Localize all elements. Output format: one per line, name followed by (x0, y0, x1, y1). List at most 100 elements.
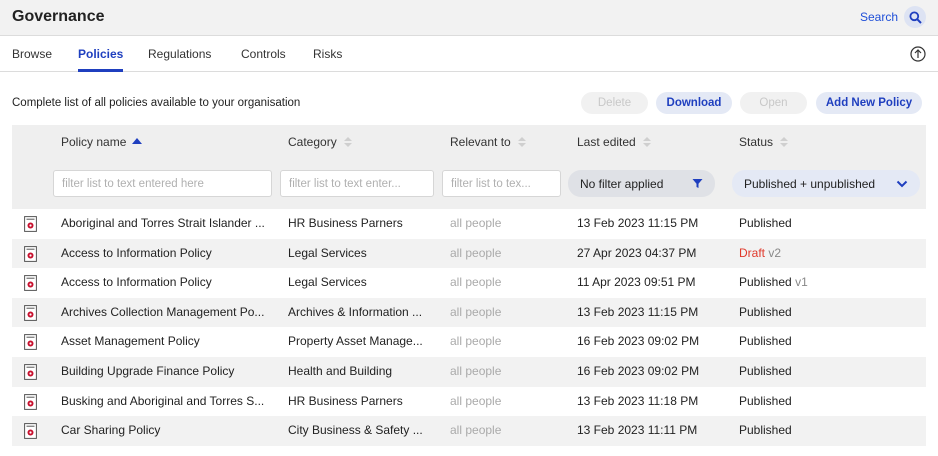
status-cell: Draft v2 (739, 239, 909, 269)
sort-icon (780, 137, 789, 147)
version-text: v2 (768, 245, 782, 260)
policy-name-cell: Access to Information Policy (61, 245, 212, 260)
tab-bar: Browse Policies Regulations Controls Ris… (0, 36, 938, 72)
status-cell: Published (739, 298, 909, 328)
relevant-to-filter-input[interactable] (442, 170, 561, 197)
category-cell: Archives & Information ... (288, 304, 423, 319)
search-label: Search (859, 10, 898, 24)
table-row[interactable]: Archives Collection Management Po... Arc… (12, 297, 926, 328)
policy-document-icon (24, 423, 37, 440)
search-icon (904, 6, 926, 28)
status-text: Published (739, 363, 792, 378)
last-edited-cell: 11 Apr 2023 09:51 PM (577, 275, 696, 290)
column-category[interactable]: Category (288, 125, 354, 159)
policy-name-cell: Building Upgrade Finance Policy (61, 363, 235, 378)
table-row[interactable]: Building Upgrade Finance Policy Health a… (12, 356, 926, 387)
filter-funnel-icon (692, 179, 703, 188)
policy-name-cell: Car Sharing Policy (61, 423, 161, 438)
category-cell: HR Business Parners (288, 393, 403, 408)
sort-icon (642, 137, 651, 147)
column-label: Category (288, 135, 337, 149)
policy-name-cell: Access to Information Policy (61, 275, 212, 290)
tab-risks[interactable]: Risks (313, 36, 342, 72)
last-edited-cell: 13 Feb 2023 11:11 PM (577, 423, 698, 438)
app-title: Governance (12, 8, 105, 25)
table-header: Policy name Category Relevant to Last ed… (12, 125, 926, 209)
policy-document-icon (24, 334, 37, 351)
relevant-to-cell: all people (450, 393, 502, 408)
column-label: Policy name (61, 135, 127, 149)
category-cell: City Business & Safety ... (288, 423, 423, 438)
last-edited-filter-select[interactable]: No filter applied (568, 170, 715, 197)
category-filter-input[interactable] (280, 170, 434, 197)
policy-name-cell: Busking and Aboriginal and Torres S... (61, 393, 265, 408)
chevron-down-icon (896, 180, 908, 187)
status-text: Draft (739, 245, 766, 260)
column-label: Relevant to (450, 135, 511, 149)
table-row[interactable]: Access to Information Policy Legal Servi… (12, 238, 926, 269)
add-new-policy-button[interactable]: Add New Policy (816, 92, 922, 114)
status-text: Published (739, 423, 792, 438)
category-cell: Legal Services (288, 275, 367, 290)
table-row[interactable]: Aboriginal and Torres Strait Islander ..… (12, 209, 926, 239)
policy-document-icon (24, 304, 37, 321)
policy-document-icon (24, 245, 37, 262)
table-row[interactable]: Busking and Aboriginal and Torres S... H… (12, 387, 926, 417)
policy-document-icon (24, 216, 37, 232)
relevant-to-cell: all people (450, 245, 502, 260)
category-cell: HR Business Parners (288, 216, 403, 230)
relevant-to-cell: all people (450, 423, 502, 438)
status-cell: Published (739, 416, 909, 446)
policy-name-cell: Archives Collection Management Po... (61, 304, 265, 319)
status-text: Published (739, 334, 792, 349)
policy-name-cell: Asset Management Policy (61, 334, 200, 349)
status-text: Published (739, 304, 792, 319)
tab-controls[interactable]: Controls (241, 36, 286, 72)
table-row[interactable]: Car Sharing Policy City Business & Safet… (12, 416, 926, 446)
sort-icon (343, 137, 352, 147)
tab-browse[interactable]: Browse (12, 36, 52, 72)
sort-icon (517, 137, 526, 147)
page-subtitle: Complete list of all policies available … (12, 97, 301, 109)
download-button[interactable]: Download (656, 92, 732, 114)
policy-table-body: Aboriginal and Torres Strait Islander ..… (12, 209, 926, 446)
category-cell: Health and Building (288, 363, 393, 378)
relevant-to-cell: all people (450, 363, 502, 378)
column-policy-name[interactable]: Policy name (61, 125, 143, 159)
delete-button[interactable]: Delete (581, 92, 648, 114)
relevant-to-cell: all people (450, 334, 502, 349)
policy-document-icon (24, 393, 37, 410)
table-row[interactable]: Asset Management Policy Property Asset M… (12, 327, 926, 357)
status-filter-select[interactable]: Published + unpublished (732, 170, 920, 197)
last-edited-cell: 16 Feb 2023 09:02 PM (577, 334, 700, 349)
column-relevant-to[interactable]: Relevant to (450, 125, 528, 159)
status-cell: Published (739, 387, 909, 417)
category-cell: Legal Services (288, 245, 367, 260)
column-status[interactable]: Status (739, 125, 790, 159)
last-edited-cell: 27 Apr 2023 04:37 PM (577, 245, 697, 260)
tab-regulations[interactable]: Regulations (148, 36, 211, 72)
version-text: v1 (795, 275, 808, 290)
table-row[interactable]: Access to Information Policy Legal Servi… (12, 268, 926, 298)
filter-select-value: No filter applied (580, 176, 664, 191)
last-edited-cell: 13 Feb 2023 11:18 PM (577, 393, 699, 408)
app-header: Governance Search (0, 0, 938, 36)
status-cell: Published (739, 209, 909, 239)
upload-icon[interactable] (910, 46, 926, 62)
relevant-to-cell: all people (450, 304, 502, 319)
status-text: Published (739, 393, 792, 408)
column-label: Status (739, 135, 774, 149)
category-cell: Property Asset Manage... (288, 334, 423, 349)
tab-policies[interactable]: Policies (78, 36, 124, 72)
policy-document-icon (24, 364, 37, 380)
status-cell: Published (739, 357, 909, 387)
search-button[interactable]: Search (860, 6, 926, 28)
policy-name-filter-input[interactable] (53, 170, 272, 197)
policy-document-icon (24, 275, 37, 292)
open-button[interactable]: Open (740, 92, 807, 114)
column-last-edited[interactable]: Last edited (577, 125, 653, 159)
status-cell: Published v1 (739, 268, 909, 298)
filter-select-value: Published + unpublished (744, 176, 876, 191)
status-text: Published (739, 275, 792, 290)
policy-name-cell: Aboriginal and Torres Strait Islander ..… (61, 216, 265, 230)
